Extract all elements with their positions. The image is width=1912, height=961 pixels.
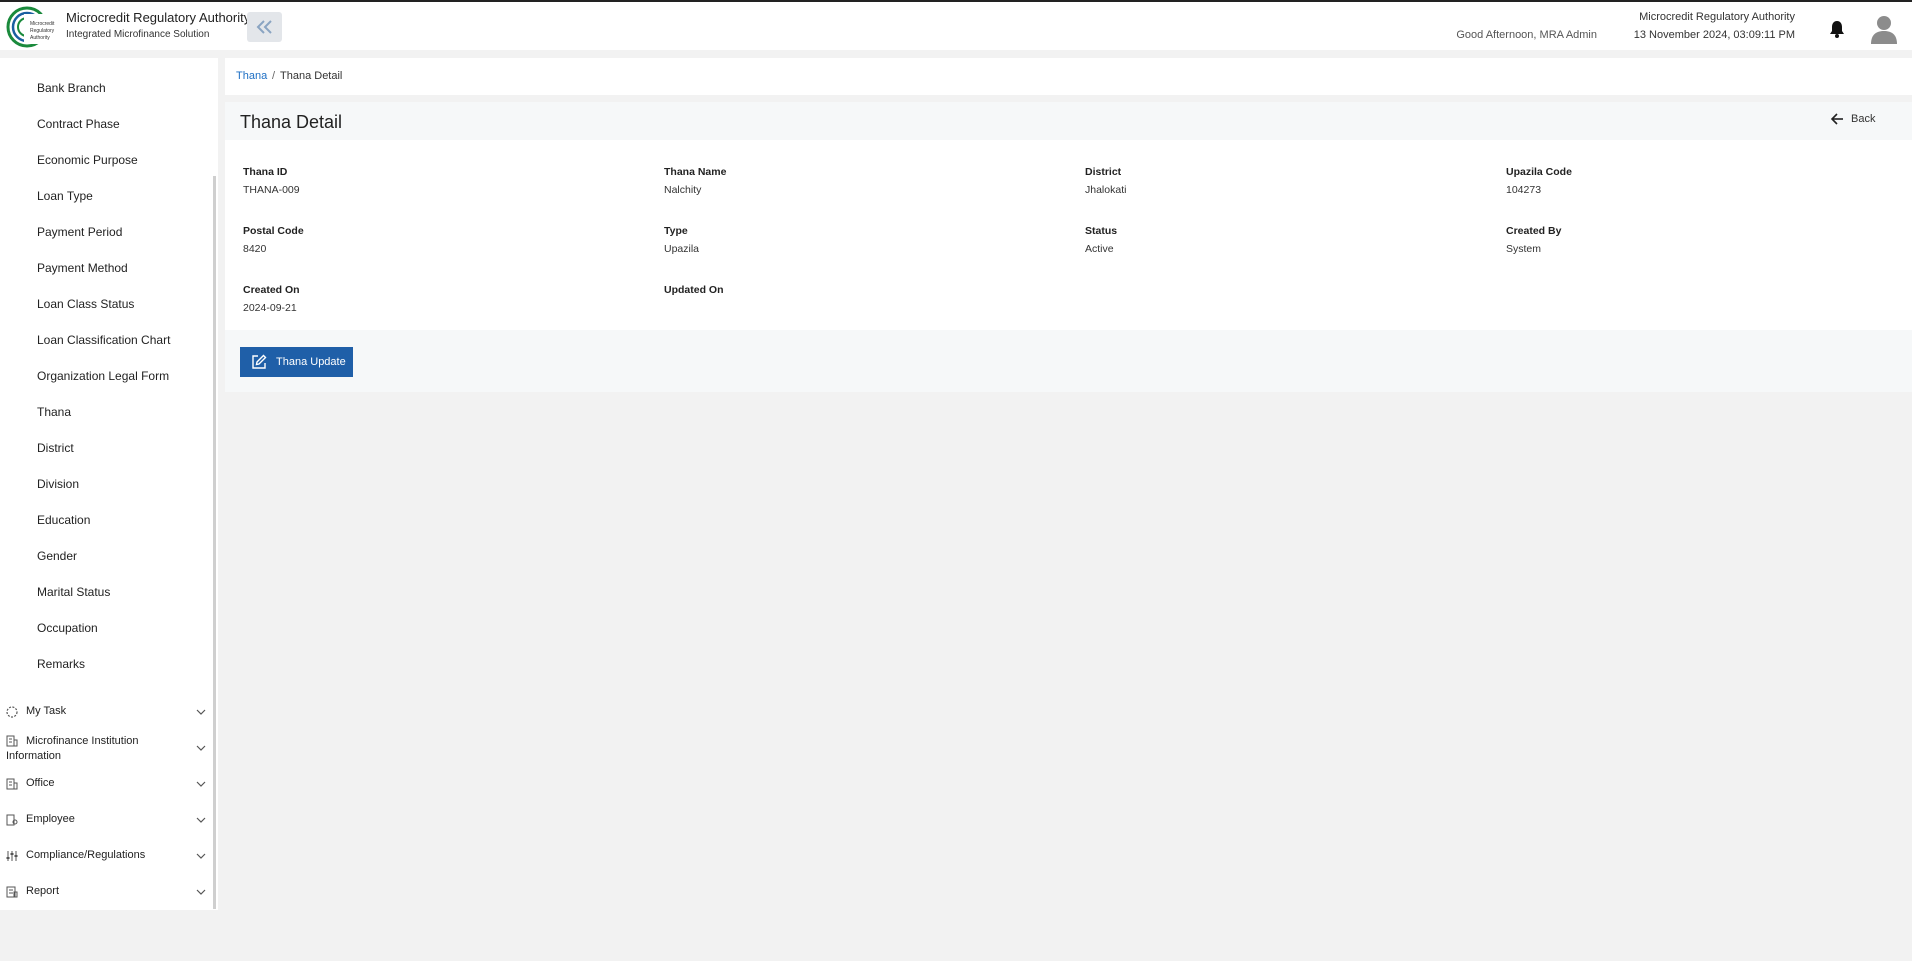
- sidebar-item-remarks[interactable]: Remarks: [37, 657, 85, 671]
- page-title: Thana Detail: [240, 112, 343, 132]
- sidebar-item-marital-status[interactable]: Marital Status: [37, 585, 110, 599]
- svg-text:Authority: Authority: [30, 35, 50, 41]
- greeting-text: Good Afternoon, MRA Admin: [1456, 29, 1597, 41]
- brand-subtitle: Integrated Microfinance Solution: [66, 29, 210, 40]
- spinner-icon: [6, 706, 18, 718]
- back-button[interactable]: Back: [1830, 113, 1875, 125]
- chevron-down-icon: [196, 745, 206, 751]
- report-icon: [6, 886, 18, 898]
- sidebar-group-label: Microfinance Institution Information: [6, 735, 139, 762]
- office-icon: [6, 778, 18, 790]
- svg-text:Microcredit: Microcredit: [30, 21, 55, 27]
- field-value-upazila-code: 104273: [1506, 184, 1542, 196]
- field-label-postal-code: Postal Code: [243, 225, 304, 237]
- sidebar-item-payment-period[interactable]: Payment Period: [37, 225, 122, 239]
- sidebar-scrollbar[interactable]: [213, 176, 216, 909]
- edit-icon: [252, 354, 267, 369]
- sidebar-group-office[interactable]: Office: [6, 777, 206, 793]
- sidebar-item-thana[interactable]: Thana: [37, 405, 71, 419]
- sidebar-group-mfi-information[interactable]: Microfinance Institution Information: [6, 734, 206, 766]
- sidebar-group-label: Office: [26, 777, 55, 789]
- sidebar-item-loan-type[interactable]: Loan Type: [37, 189, 93, 203]
- sidebar-item-loan-class-status[interactable]: Loan Class Status: [37, 297, 134, 311]
- sidebar-group-label: Compliance/Regulations: [26, 849, 146, 861]
- bell-icon[interactable]: [1827, 19, 1847, 39]
- sidebar-item-education[interactable]: Education: [37, 513, 90, 527]
- breadcrumb-thana-link[interactable]: Thana: [236, 70, 267, 82]
- sidebar-item-division[interactable]: Division: [37, 477, 79, 491]
- field-label-updated-on: Updated On: [664, 284, 724, 296]
- field-value-thana-id: THANA-009: [243, 184, 300, 196]
- action-bar: [225, 330, 1912, 392]
- sidebar-group-report[interactable]: Report: [6, 885, 206, 901]
- field-value-created-on: 2024-09-21: [243, 302, 297, 314]
- field-value-thana-name: Nalchity: [664, 184, 702, 196]
- user-avatar-icon[interactable]: [1870, 14, 1898, 44]
- breadcrumb-current: Thana Detail: [280, 70, 343, 82]
- field-label-created-on: Created On: [243, 284, 300, 296]
- sidebar-group-my-task[interactable]: My Task: [6, 705, 206, 721]
- sidebar-item-bank-branch[interactable]: Bank Branch: [37, 81, 106, 95]
- current-datetime: 13 November 2024, 03:09:11 PM: [1633, 29, 1795, 41]
- double-chevron-left-icon: [256, 20, 272, 34]
- field-label-thana-id: Thana ID: [243, 166, 288, 178]
- org-name: Microcredit Regulatory Authority: [1639, 11, 1795, 23]
- detail-title-bar: Thana Detail Back: [225, 102, 1912, 140]
- sidebar-group-compliance-regulations[interactable]: Compliance/Regulations: [6, 849, 206, 865]
- sliders-icon: [6, 851, 18, 861]
- thana-detail-panel: Thana Detail Back Thana ID THANA-009 Tha…: [225, 102, 1912, 392]
- field-value-type: Upazila: [664, 243, 700, 255]
- chevron-down-icon: [196, 853, 206, 859]
- sidebar-item-organization-legal-form[interactable]: Organization Legal Form: [37, 369, 169, 383]
- chevron-down-icon: [196, 709, 206, 715]
- brand-title: Microcredit Regulatory Authority: [66, 10, 251, 25]
- field-value-postal-code: 8420: [243, 243, 267, 255]
- field-label-type: Type: [664, 225, 688, 237]
- field-label-thana-name: Thana Name: [664, 166, 727, 178]
- sidebar-item-gender[interactable]: Gender: [37, 549, 77, 563]
- chevron-down-icon: [196, 781, 206, 787]
- field-label-upazila-code: Upazila Code: [1506, 166, 1572, 178]
- breadcrumb: Thana / Thana Detail: [225, 58, 1912, 95]
- sidebar-group-label: Report: [26, 885, 60, 897]
- sidebar-collapse-button[interactable]: [247, 12, 282, 42]
- sidebar-item-occupation[interactable]: Occupation: [37, 621, 98, 635]
- app-header: Microcredit Regulatory Authority Microcr…: [0, 2, 1912, 50]
- svg-text:Regulatory: Regulatory: [30, 28, 55, 34]
- employee-icon: [6, 814, 18, 826]
- chevron-down-icon: [196, 889, 206, 895]
- thana-update-button[interactable]: Thana Update: [240, 347, 353, 377]
- sidebar-item-district[interactable]: District: [37, 441, 74, 455]
- field-value-district: Jhalokati: [1085, 184, 1127, 196]
- field-label-created-by: Created By: [1506, 225, 1562, 237]
- sidebar-group-label: My Task: [26, 705, 67, 717]
- sidebar-item-economic-purpose[interactable]: Economic Purpose: [37, 153, 138, 167]
- sidebar-item-contract-phase[interactable]: Contract Phase: [37, 117, 120, 131]
- field-label-district: District: [1085, 166, 1122, 178]
- back-button-label: Back: [1851, 113, 1876, 125]
- arrow-left-icon: [1830, 113, 1843, 125]
- chevron-down-icon: [196, 817, 206, 823]
- mra-logo: Microcredit Regulatory Authority: [6, 6, 58, 48]
- field-value-created-by: System: [1506, 243, 1542, 255]
- thana-update-label: Thana Update: [276, 356, 346, 368]
- field-value-status: Active: [1085, 243, 1114, 255]
- sidebar-item-payment-method[interactable]: Payment Method: [37, 261, 128, 275]
- sidebar-item-loan-classification-chart[interactable]: Loan Classification Chart: [37, 333, 170, 347]
- sidebar-group-label: Employee: [26, 813, 75, 825]
- field-label-status: Status: [1085, 225, 1118, 237]
- sidebar: Bank Branch Contract Phase Economic Purp…: [0, 58, 218, 910]
- sidebar-group-employee[interactable]: Employee: [6, 813, 206, 829]
- breadcrumb-separator: /: [272, 70, 276, 82]
